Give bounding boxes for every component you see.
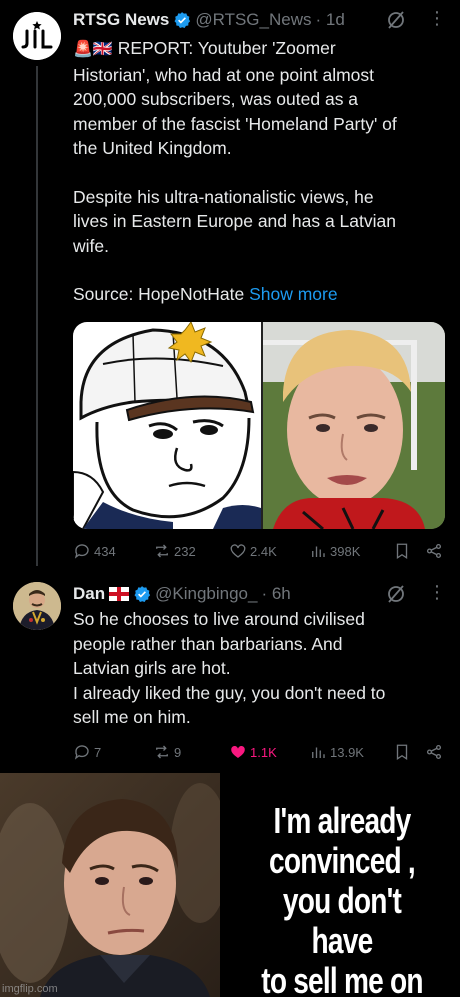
meme-caption-line: I'm already <box>273 800 411 841</box>
retweet-icon <box>156 544 168 558</box>
meme-caption: I'm already convinced , you don't have t… <box>252 801 433 997</box>
youtuber-photo-image <box>263 322 445 529</box>
tweet-source-line: Source: HopeNotHate Show more <box>73 284 338 304</box>
views-count: 13.9K <box>330 744 364 760</box>
author-name[interactable]: Dan <box>73 584 105 604</box>
tweet-body-line: lives in Eastern Europe and has a Latvia… <box>73 211 396 231</box>
more-options-icon[interactable]: ⋮ <box>428 582 446 603</box>
views-icon <box>312 747 325 758</box>
media-images <box>73 322 445 529</box>
share-icon[interactable] <box>425 542 443 560</box>
tweet-timestamp[interactable]: · 6h <box>261 584 290 604</box>
verified-badge-icon <box>134 586 151 603</box>
like-count: 1.1K <box>250 744 277 760</box>
reply-button[interactable]: 434 <box>73 542 153 560</box>
tweet-body-line: people rather than barbarians. And <box>73 633 343 654</box>
tweet-timestamp[interactable]: · 1d <box>316 10 345 30</box>
tweet-body-line: Latvian girls are hot. <box>73 658 231 678</box>
england-flag-icon <box>109 587 130 601</box>
like-button[interactable]: 1.1K <box>229 743 309 761</box>
man-reaction-photo <box>0 773 220 997</box>
tweet-dan: Dan @Kingbingo_ · 6h ⋮ So he chooses to … <box>0 570 460 770</box>
bookmark-icon[interactable] <box>393 542 411 560</box>
tweet-body-line: wife. <box>73 235 109 256</box>
tweet-actions: 434 232 2.4K 398K <box>73 539 443 563</box>
avatar-dan[interactable] <box>13 582 61 630</box>
views-button[interactable]: 398K <box>309 542 385 560</box>
author-handle[interactable]: @RTSG_News <box>195 10 311 30</box>
like-button[interactable]: 2.4K <box>229 542 309 560</box>
author-handle[interactable]: @Kingbingo_ <box>155 584 257 604</box>
wojak-cartoon-image <box>73 322 261 529</box>
tweet-body: So he chooses to live around civilised p… <box>73 607 448 730</box>
reply-button[interactable]: 7 <box>73 743 153 761</box>
tweet-body-line: So he chooses to live around civilised <box>73 609 365 629</box>
retweet-count: 9 <box>174 744 182 760</box>
reply-icon <box>74 745 89 760</box>
rtsg-logo-icon <box>13 12 61 60</box>
bookmark-icon[interactable] <box>393 743 411 761</box>
reply-icon <box>74 544 89 559</box>
reply-count: 7 <box>94 744 102 760</box>
views-button[interactable]: 13.9K <box>309 743 385 761</box>
share-icon[interactable] <box>425 743 443 761</box>
thread-connector-line <box>36 66 38 566</box>
tweet-body-line: the United Kingdom. <box>73 138 232 158</box>
author-name[interactable]: RTSG News <box>73 10 169 30</box>
dan-avatar-portrait-icon <box>13 582 61 630</box>
tweet-rtsg: RTSG News @RTSG_News · 1d ⋮ 🚨🇬🇧 REPORT: … <box>0 0 460 570</box>
meme-watermark: imgflip.com <box>2 983 58 995</box>
reaction-meme: imgflip.com I'm already convinced , you … <box>0 773 460 997</box>
tweet-body-line: Historian', who had at one point almost <box>73 64 375 85</box>
tweet-body-line: member of the fascist 'Homeland Party' o… <box>73 113 397 134</box>
tweet-body-line: I already liked the guy, you don't need … <box>73 682 386 703</box>
tweet-body-line: sell me on him. <box>73 707 191 727</box>
verified-badge-icon <box>174 12 191 29</box>
grok-icon[interactable] <box>386 10 406 30</box>
retweet-count: 232 <box>174 543 196 559</box>
views-icon <box>312 546 325 557</box>
retweet-icon <box>156 745 168 759</box>
retweet-button[interactable]: 9 <box>153 743 229 761</box>
tweet-header: RTSG News @RTSG_News · 1d <box>73 10 345 30</box>
meme-photo-image: imgflip.com <box>0 773 220 997</box>
meme-caption-line: convinced , <box>269 840 416 881</box>
grok-icon[interactable] <box>386 584 406 604</box>
views-count: 398K <box>330 543 361 559</box>
heart-icon <box>230 544 246 558</box>
tweet-body-line: Despite his ultra-nationalistic views, h… <box>73 186 374 207</box>
like-count: 2.4K <box>250 543 277 559</box>
more-options-icon[interactable]: ⋮ <box>428 8 446 29</box>
tweet-body-line: 200,000 subscribers, was outed as a <box>73 89 359 109</box>
tweet-media[interactable] <box>73 322 445 529</box>
heart-filled-icon <box>231 745 245 758</box>
tweet-body-line: 🚨🇬🇧 REPORT: Youtuber 'Zoomer <box>73 38 336 58</box>
reply-count: 434 <box>94 543 116 559</box>
show-more-link[interactable]: Show more <box>249 284 338 304</box>
avatar-rtsg[interactable] <box>13 12 61 60</box>
tweet-body: 🚨🇬🇧 REPORT: Youtuber 'Zoomer Historian',… <box>73 36 448 307</box>
meme-caption-line: you don't have <box>282 880 402 961</box>
retweet-button[interactable]: 232 <box>153 542 229 560</box>
tweet-header: Dan @Kingbingo_ · 6h <box>73 584 291 604</box>
meme-caption-line: to sell me on it <box>261 960 423 997</box>
alert-flags-emoji: 🚨🇬🇧 <box>73 41 113 58</box>
tweet-actions: 7 9 1.1K 13.9K <box>73 740 443 764</box>
